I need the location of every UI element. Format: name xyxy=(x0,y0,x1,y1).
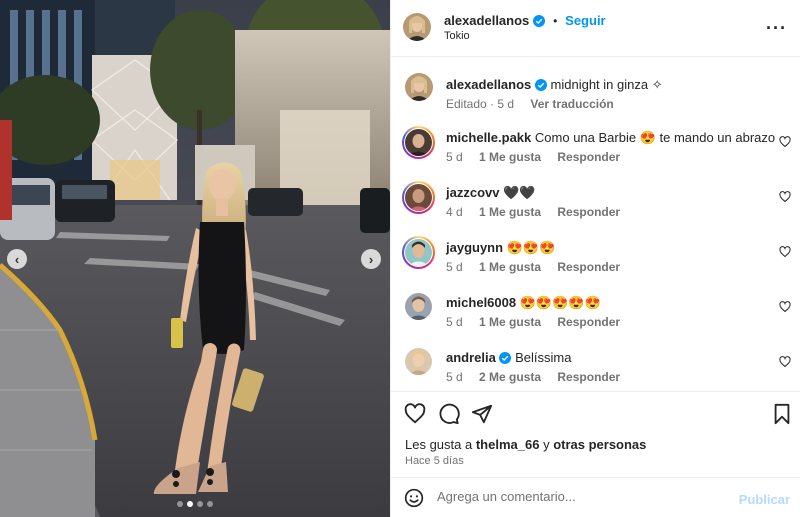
comment-composer: Publicar xyxy=(391,477,800,517)
commenter-avatar[interactable] xyxy=(405,184,432,211)
comment-username[interactable]: jazzcovv xyxy=(446,185,499,200)
share-icon[interactable] xyxy=(471,403,493,425)
comment-age: 5 d xyxy=(446,260,463,274)
post-location[interactable]: Tokio xyxy=(444,30,470,42)
carousel-prev-button[interactable]: ‹ xyxy=(7,249,27,269)
comment-input[interactable] xyxy=(437,489,737,504)
comment-likes[interactable]: 1 Me gusta xyxy=(479,315,541,329)
comment-text: 🖤🖤 xyxy=(503,185,536,200)
comment-username[interactable]: andrelia xyxy=(446,350,496,365)
comment-username[interactable]: jayguynn xyxy=(446,240,503,255)
translate-link[interactable]: Ver traducción xyxy=(530,97,613,111)
comment-likes[interactable]: 1 Me gusta xyxy=(479,205,541,219)
post-photo[interactable]: ‹ › xyxy=(0,0,390,517)
comment-text: 😍😍😍😍😍 xyxy=(519,295,601,310)
author-username[interactable]: alexadellanos xyxy=(444,13,529,28)
comment-text: Belíssima xyxy=(515,350,572,365)
comment-heart-icon[interactable] xyxy=(779,191,791,203)
post-side-panel: alexadellanos • Seguir Tokio ··· alexade… xyxy=(390,0,800,517)
comment-item: michelle.pakk Como una Barbie 😍 te mando… xyxy=(391,126,800,182)
carousel-dot xyxy=(177,501,183,507)
header-separator: • xyxy=(553,14,558,28)
caption-text: midnight in ginza ✧ xyxy=(550,77,663,92)
post-timestamp[interactable]: Hace 5 días xyxy=(405,455,464,467)
chevron-left-icon: ‹ xyxy=(14,251,20,267)
comment-text: 😍😍😍 xyxy=(506,240,556,255)
reply-button[interactable]: Responder xyxy=(557,315,620,329)
likes-others-link[interactable]: otras personas xyxy=(553,437,646,452)
reply-button[interactable]: Responder xyxy=(557,370,620,384)
verified-badge-icon xyxy=(533,15,546,27)
comment-heart-icon[interactable] xyxy=(779,246,791,258)
caption-username[interactable]: alexadellanos xyxy=(446,77,531,92)
post-dialog: ‹ › alexadellanos • Seguir Tokio ··· ale… xyxy=(0,0,800,517)
commenter-avatar[interactable] xyxy=(405,129,432,156)
caption-edited: Editado · 5 d xyxy=(446,97,515,111)
street-scene-image xyxy=(0,0,390,517)
comment-username[interactable]: michel6008 xyxy=(446,295,516,310)
comment-likes[interactable]: 2 Me gusta xyxy=(479,370,541,384)
chevron-right-icon: › xyxy=(368,251,374,267)
carousel-dot-active xyxy=(187,501,193,507)
comment-username[interactable]: michelle.pakk xyxy=(446,130,531,145)
bookmark-icon[interactable] xyxy=(772,403,792,425)
verified-badge-icon xyxy=(499,352,512,364)
commenter-avatar[interactable] xyxy=(405,348,432,375)
heart-icon[interactable] xyxy=(404,403,426,425)
reply-button[interactable]: Responder xyxy=(557,260,620,274)
comment-likes[interactable]: 1 Me gusta xyxy=(479,260,541,274)
likes-and: y xyxy=(543,437,550,452)
post-caption: alexadellanos midnight in ginza ✧ Editad… xyxy=(391,73,800,128)
comment-likes[interactable]: 1 Me gusta xyxy=(479,150,541,164)
comment-heart-icon[interactable] xyxy=(779,356,791,368)
emoji-icon[interactable] xyxy=(404,488,424,508)
comment-heart-icon[interactable] xyxy=(779,136,791,148)
more-options-button[interactable]: ··· xyxy=(766,18,787,39)
post-actions: Les gusta a thelma_66 y otras personas H… xyxy=(391,391,800,477)
carousel-dot xyxy=(197,501,203,507)
comment-item: michel6008 😍😍😍😍😍 5 d 1 Me gusta Responde… xyxy=(391,292,800,347)
reply-button[interactable]: Responder xyxy=(557,150,620,164)
comment-icon[interactable] xyxy=(438,403,460,425)
carousel-dots xyxy=(0,501,390,507)
likes-prefix: Les gusta a xyxy=(405,437,473,452)
carousel-next-button[interactable]: › xyxy=(361,249,381,269)
comment-age: 5 d xyxy=(446,150,463,164)
commenter-avatar[interactable] xyxy=(405,293,432,320)
commenter-avatar[interactable] xyxy=(405,239,432,266)
carousel-dot xyxy=(207,501,213,507)
comment-age: 5 d xyxy=(446,315,463,329)
comment-age: 5 d xyxy=(446,370,463,384)
author-avatar[interactable] xyxy=(403,13,431,41)
likes-user-link[interactable]: thelma_66 xyxy=(476,437,540,452)
comment-age: 4 d xyxy=(446,205,463,219)
comment-item: jayguynn 😍😍😍 5 d 1 Me gusta Responder xyxy=(391,236,800,292)
caption-avatar[interactable] xyxy=(405,73,433,101)
publish-button[interactable]: Publicar xyxy=(739,492,790,507)
post-header: alexadellanos • Seguir Tokio ··· xyxy=(391,0,800,57)
verified-badge-icon xyxy=(534,79,547,91)
more-horizontal-icon: ··· xyxy=(766,18,787,38)
likes-summary: Les gusta a thelma_66 y otras personas xyxy=(405,437,646,452)
comment-heart-icon[interactable] xyxy=(779,301,791,313)
reply-button[interactable]: Responder xyxy=(557,205,620,219)
follow-button[interactable]: Seguir xyxy=(565,13,605,28)
comment-item: jazzcovv 🖤🖤 4 d 1 Me gusta Responder xyxy=(391,181,800,237)
comment-text: Como una Barbie 😍 te mando un abrazo xyxy=(534,130,776,145)
